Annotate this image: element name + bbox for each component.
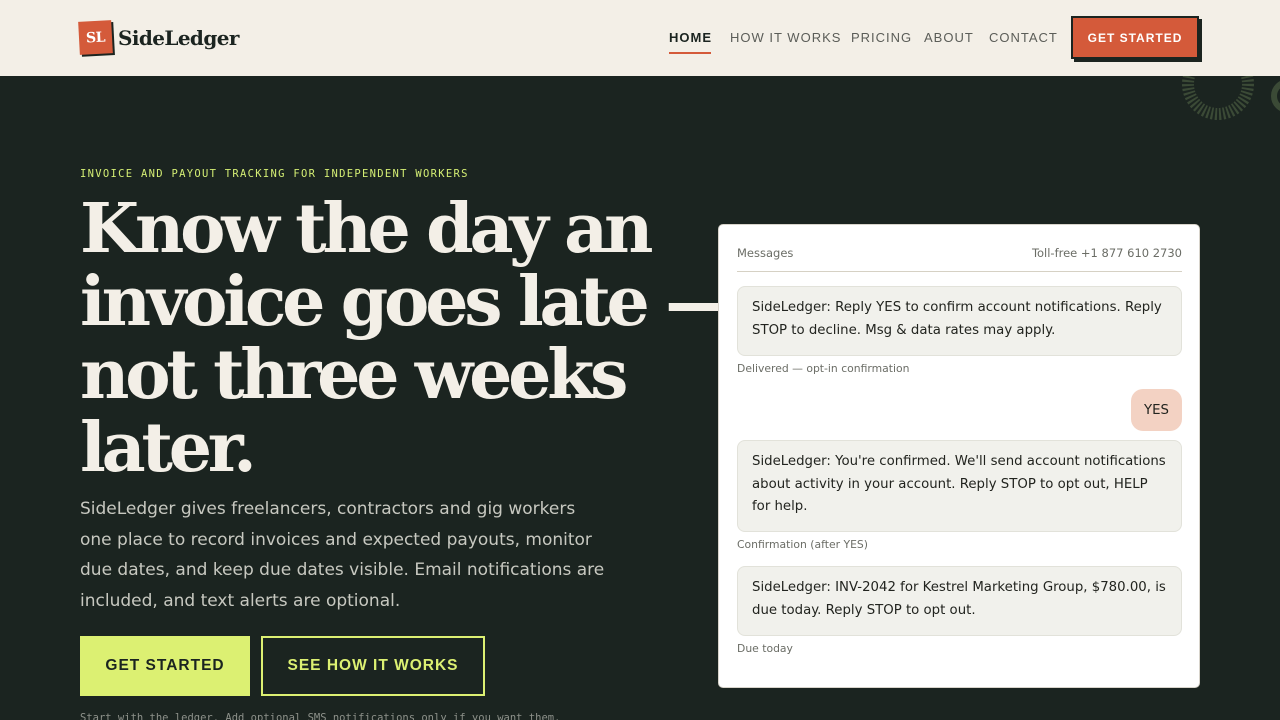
- messages-card: Messages Toll-free +1 877 610 2730 SideL…: [718, 224, 1200, 688]
- nav-about[interactable]: ABOUT: [924, 30, 974, 45]
- hero-headline: Know the day an invoice goes late — not …: [80, 189, 733, 488]
- hero-get-started-button[interactable]: GET STARTED: [80, 636, 250, 696]
- hero-eyebrow: INVOICE AND PAYOUT TRACKING FOR INDEPEND…: [80, 168, 469, 180]
- message-bubble-due-today: SideLedger: INV-2042 for Kestrel Marketi…: [737, 566, 1182, 636]
- headline-line: later.: [80, 408, 257, 488]
- logo-text: SideLedger: [118, 25, 239, 50]
- message-bubble-reply: YES: [1131, 389, 1182, 431]
- toll-free-number: Toll-free +1 877 610 2730: [1031, 246, 1182, 260]
- message-caption: Delivered — opt-in confirmation: [737, 362, 910, 375]
- nav-pricing[interactable]: PRICING: [851, 30, 912, 45]
- logo-mark: SL: [78, 20, 113, 55]
- header-get-started-button[interactable]: GET STARTED: [1071, 16, 1199, 59]
- message-caption: Due today: [737, 642, 793, 655]
- nav-home[interactable]: HOME: [669, 30, 712, 45]
- messages-title: Messages: [737, 246, 794, 260]
- site-header: SL SideLedger HOME HOW IT WORKS PRICING …: [0, 0, 1280, 76]
- message-bubble-optin: SideLedger: Reply YES to confirm account…: [737, 286, 1182, 356]
- hero-footnote: Start with the ledger. Add optional SMS …: [80, 712, 561, 720]
- hero-lede: SideLedger gives freelancers, contractor…: [80, 499, 605, 611]
- decorative-arc-icon: [1170, 76, 1280, 126]
- nav-contact[interactable]: CONTACT: [989, 30, 1058, 45]
- divider: [737, 271, 1182, 272]
- nav-how-it-works[interactable]: HOW IT WORKS: [730, 30, 841, 45]
- see-how-it-works-button[interactable]: SEE HOW IT WORKS: [261, 636, 485, 696]
- message-caption: Confirmation (after YES): [737, 538, 868, 551]
- headline-line: Know the day an: [80, 189, 653, 269]
- headline-line: invoice goes late —: [80, 262, 733, 342]
- logo[interactable]: SL SideLedger: [78, 20, 239, 55]
- headline-line: not three weeks: [80, 335, 628, 415]
- nav-active-indicator: [669, 52, 711, 54]
- message-bubble-confirmation: SideLedger: You're confirmed. We'll send…: [737, 440, 1182, 532]
